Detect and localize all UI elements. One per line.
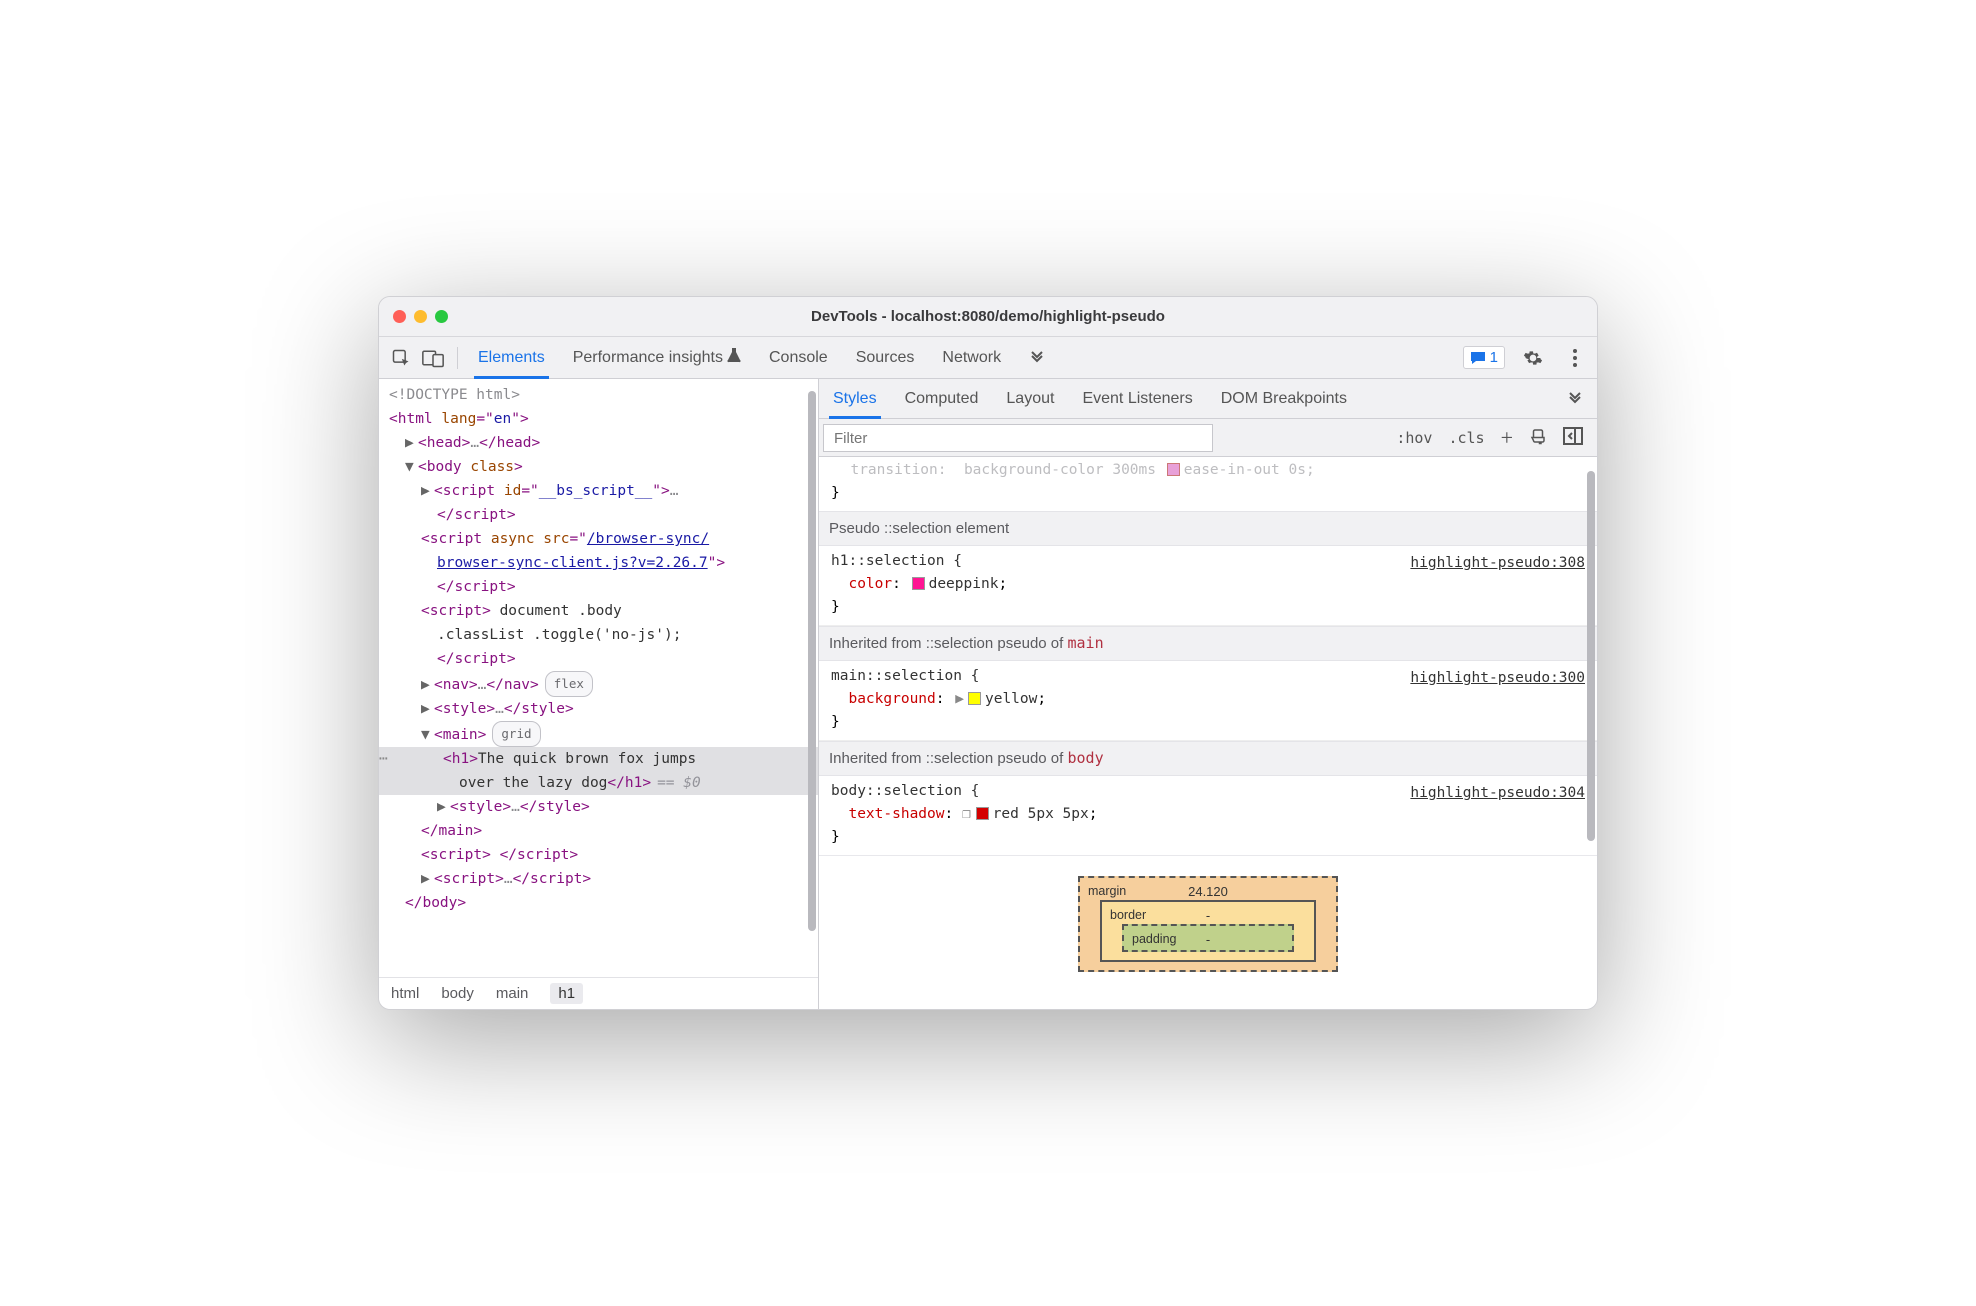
style-node-1[interactable]: <style>: [434, 701, 495, 717]
styles-filter-input[interactable]: [823, 424, 1213, 452]
inspect-element-icon[interactable]: [387, 344, 415, 372]
settings-icon[interactable]: [1519, 344, 1547, 372]
kebab-menu-icon[interactable]: [1561, 344, 1589, 372]
dom-scrollbar[interactable]: [808, 383, 816, 973]
elements-panel: <!DOCTYPE html> <html lang="en"> ▶<head>…: [379, 379, 819, 1009]
issues-badge[interactable]: 1: [1463, 346, 1505, 369]
zoom-window-button[interactable]: [435, 310, 448, 323]
main-toolbar: Elements Performance insights Console So…: [379, 337, 1597, 379]
tab-computed[interactable]: Computed: [905, 379, 979, 418]
styles-scrollbar[interactable]: [1587, 461, 1595, 1009]
h1-text-line1: The quick brown fox jumps: [478, 751, 696, 767]
crumb-html[interactable]: html: [391, 985, 419, 1002]
device-toolbar-icon[interactable]: [419, 344, 447, 372]
cls-toggle[interactable]: .cls: [1448, 429, 1484, 447]
flex-badge[interactable]: flex: [545, 671, 593, 697]
separator: [457, 347, 458, 369]
titlebar: DevTools - localhost:8080/demo/highlight…: [379, 297, 1597, 337]
doctype: <!DOCTYPE html>: [389, 387, 520, 403]
close-window-button[interactable]: [393, 310, 406, 323]
bs-script-node[interactable]: <script id="__bs_script__">: [434, 483, 670, 499]
rule3-source[interactable]: highlight-pseudo:304: [1410, 782, 1585, 805]
style-node-2[interactable]: <style>: [450, 799, 511, 815]
rule-main-selection[interactable]: highlight-pseudo:300 main::selection { b…: [819, 661, 1597, 741]
paint-brush-icon[interactable]: [1529, 427, 1547, 449]
yellow-swatch-icon[interactable]: [968, 692, 981, 705]
styles-panel: Styles Computed Layout Event Listeners D…: [819, 379, 1597, 1009]
main-close: </main>: [421, 823, 482, 839]
rule1-source[interactable]: highlight-pseudo:308: [1410, 552, 1585, 575]
rule-h1-selection[interactable]: highlight-pseudo:308 h1::selection { col…: [819, 546, 1597, 626]
styles-toolbar: :hov .cls +: [819, 419, 1597, 457]
tab-dom-breakpoints[interactable]: DOM Breakpoints: [1221, 379, 1347, 418]
selected-h1-node[interactable]: ⋯ <h1>The quick brown fox jumps: [379, 747, 818, 771]
tab-performance-insights-label: Performance insights: [573, 349, 723, 367]
async-url-line1[interactable]: /browser-sync/: [587, 531, 709, 547]
head-node[interactable]: <head>: [418, 435, 470, 451]
group-inherit-body: Inherited from ::selection pseudo of bod…: [819, 741, 1597, 776]
tab-sources[interactable]: Sources: [856, 337, 915, 378]
breadcrumbs: html body main h1: [379, 977, 818, 1009]
new-style-rule-icon[interactable]: +: [1501, 425, 1513, 451]
tab-elements[interactable]: Elements: [478, 337, 545, 378]
async-script-close: </script>: [437, 579, 516, 595]
main-tabs: Elements Performance insights Console So…: [468, 337, 1045, 378]
sidebar-tabs: Styles Computed Layout Event Listeners D…: [819, 379, 1597, 419]
truncated-close: }: [831, 485, 840, 501]
window-title: DevTools - localhost:8080/demo/highlight…: [379, 308, 1597, 325]
h1-text-line2: over the lazy dog: [459, 775, 607, 791]
minimize-window-button[interactable]: [414, 310, 427, 323]
html-open[interactable]: <html lang="en">: [389, 411, 529, 427]
body-close: </body>: [405, 895, 466, 911]
crumb-h1[interactable]: h1: [550, 983, 583, 1004]
split-pane: <!DOCTYPE html> <html lang="en"> ▶ <head>…: [379, 379, 1597, 1009]
truncated-rule: transition: background-color 300ms ease-…: [819, 457, 1597, 482]
window-controls: [379, 310, 448, 323]
more-sidebar-tabs[interactable]: [1567, 379, 1583, 418]
tab-console[interactable]: Console: [769, 337, 828, 378]
more-tabs-button[interactable]: [1029, 337, 1045, 378]
tab-performance-insights[interactable]: Performance insights: [573, 337, 741, 378]
nav-node[interactable]: <nav>: [434, 677, 478, 693]
issues-count: 1: [1490, 349, 1498, 366]
empty-script-node[interactable]: <script> </script>: [421, 847, 578, 863]
async-url-line2[interactable]: browser-sync-client.js?v=2.26.7: [437, 555, 708, 571]
body-node[interactable]: <body class>: [418, 459, 523, 475]
hov-toggle[interactable]: :hov: [1396, 429, 1432, 447]
styles-body[interactable]: transition: background-color 300ms ease-…: [819, 457, 1597, 1009]
tab-layout[interactable]: Layout: [1006, 379, 1054, 418]
rule-body-selection[interactable]: highlight-pseudo:304 body::selection { t…: [819, 776, 1597, 856]
deeppink-swatch-icon[interactable]: [912, 577, 925, 590]
beaker-icon: [727, 347, 741, 368]
crumb-body[interactable]: body: [441, 985, 474, 1002]
grid-badge[interactable]: grid: [492, 721, 540, 747]
group-inherit-main: Inherited from ::selection pseudo of mai…: [819, 626, 1597, 661]
computed-sidebar-toggle-icon[interactable]: [1563, 427, 1583, 449]
main-node[interactable]: <main>: [434, 727, 486, 743]
inline-script-open[interactable]: <script>: [421, 603, 491, 619]
gutter-dots-icon: ⋯: [379, 747, 388, 771]
inline-script-close: </script>: [437, 651, 516, 667]
dom-tree[interactable]: <!DOCTYPE html> <html lang="en"> ▶<head>…: [379, 379, 818, 977]
box-model: margin 24.120 border - padding -: [819, 856, 1597, 972]
tab-network[interactable]: Network: [942, 337, 1001, 378]
bm-padding-top: -: [1124, 928, 1292, 951]
tab-event-listeners[interactable]: Event Listeners: [1082, 379, 1192, 418]
expand-shorthand-icon[interactable]: ▶: [955, 691, 964, 707]
rule2-source[interactable]: highlight-pseudo:300: [1410, 667, 1585, 690]
red-swatch-icon[interactable]: [976, 807, 989, 820]
devtools-window: DevTools - localhost:8080/demo/highlight…: [378, 296, 1598, 1010]
inline-script-body2: .classList .toggle('no-js');: [437, 627, 681, 643]
bs-script-close: </script>: [437, 507, 516, 523]
inline-script-body1: document .body: [491, 603, 622, 619]
layers-icon[interactable]: ❐: [962, 806, 971, 822]
group-selection: Pseudo ::selection element: [819, 511, 1597, 546]
last-script-node[interactable]: <script>: [434, 871, 504, 887]
async-script-node[interactable]: <script async src=": [421, 531, 587, 547]
eq0-indicator: == $0: [657, 775, 701, 791]
tab-styles[interactable]: Styles: [833, 379, 877, 418]
crumb-main[interactable]: main: [496, 985, 529, 1002]
